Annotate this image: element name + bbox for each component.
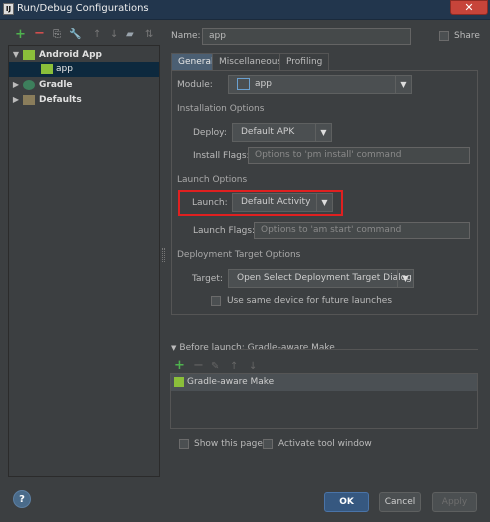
wrench-icon — [23, 94, 35, 105]
show-page-checkbox[interactable] — [179, 439, 189, 449]
share-checkbox[interactable] — [439, 31, 449, 41]
gradle-icon — [23, 79, 35, 90]
name-input[interactable]: app — [202, 28, 411, 45]
tree-item-label: Gradle — [39, 80, 73, 90]
deployment-target-heading: Deployment Target Options — [177, 250, 301, 260]
launch-flags-input[interactable]: Options to 'am start' command — [254, 222, 470, 239]
add-task-icon[interactable]: + — [174, 359, 185, 372]
module-label: Module: — [177, 80, 213, 90]
installation-options-heading: Installation Options — [177, 104, 265, 114]
move-up-icon[interactable]: ↑ — [93, 29, 101, 41]
collapse-arrow-icon[interactable]: ▼ — [171, 344, 176, 352]
share-label: Share — [454, 31, 480, 41]
deploy-label: Deploy: — [193, 128, 227, 138]
deploy-value: Default APK — [241, 127, 295, 137]
activate-window-checkbox[interactable] — [263, 439, 273, 449]
tree-item-label: Defaults — [39, 95, 82, 105]
android-run-icon — [41, 63, 53, 74]
tree-item-defaults[interactable]: ▶ Defaults — [9, 92, 159, 107]
android-icon — [23, 49, 35, 60]
chevron-down-icon: ▼ — [397, 270, 413, 287]
separator — [236, 349, 478, 350]
tree-item-app[interactable]: app — [9, 62, 159, 77]
tab-profiling[interactable]: Profiling — [279, 53, 330, 70]
android-icon — [174, 377, 184, 387]
launch-label: Launch: — [192, 198, 228, 208]
launch-select[interactable]: Default Activity ▼ — [232, 193, 333, 212]
expand-arrow-icon[interactable]: ▶ — [9, 92, 23, 107]
remove-icon[interactable]: − — [34, 27, 45, 40]
module-select[interactable]: app ▼ — [228, 75, 412, 94]
before-launch-item-label: Gradle-aware Make — [187, 377, 275, 387]
apply-button[interactable]: Apply — [432, 492, 477, 512]
app-icon: IJ — [3, 3, 14, 15]
launch-flags-label: Launch Flags: — [193, 226, 256, 236]
chevron-down-icon: ▼ — [316, 194, 332, 211]
launch-options-heading: Launch Options — [177, 175, 248, 185]
folder-icon[interactable]: ▰ — [126, 29, 134, 41]
list-item[interactable]: Gradle-aware Make — [171, 374, 477, 391]
tree-item-label: app — [56, 64, 73, 74]
copy-icon[interactable]: ⎘ — [53, 29, 61, 41]
before-launch-title: Before launch: Gradle-aware Make — [179, 343, 335, 353]
sort-icon[interactable]: ⇅ — [145, 29, 153, 41]
same-device-label: Use same device for future launches — [227, 296, 393, 306]
target-value: Open Select Deployment Target Dialog — [237, 273, 412, 283]
launch-value: Default Activity — [241, 197, 311, 207]
same-device-checkbox[interactable] — [211, 296, 221, 306]
tab-miscellaneous[interactable]: Miscellaneous — [212, 53, 290, 70]
show-page-label: Show this page — [194, 439, 263, 449]
chevron-down-icon: ▼ — [315, 124, 331, 141]
splitter-handle[interactable] — [162, 248, 165, 262]
help-button[interactable]: ? — [13, 490, 31, 508]
move-down-icon[interactable]: ↓ — [249, 361, 257, 373]
remove-task-icon[interactable]: − — [193, 359, 204, 372]
close-button[interactable]: ✕ — [450, 0, 488, 15]
module-value: app — [255, 79, 272, 89]
ok-button[interactable]: OK — [324, 492, 369, 512]
install-flags-label: Install Flags: — [193, 151, 250, 161]
configuration-tree — [8, 45, 160, 477]
tree-item-gradle[interactable]: ▶ Gradle — [9, 77, 159, 92]
tree-item-label: Android App — [39, 50, 102, 60]
add-icon[interactable]: + — [15, 28, 26, 41]
edit-task-icon[interactable]: ✎ — [211, 361, 219, 373]
move-up-icon[interactable]: ↑ — [230, 361, 238, 373]
target-select[interactable]: Open Select Deployment Target Dialog ▼ — [228, 269, 414, 288]
window-title: Run/Debug Configurations — [17, 3, 149, 14]
target-label: Target: — [192, 274, 223, 284]
activate-window-label: Activate tool window — [278, 439, 372, 449]
move-down-icon[interactable]: ↓ — [110, 29, 118, 41]
name-label: Name: — [171, 31, 201, 41]
expand-arrow-icon[interactable]: ▶ — [9, 77, 23, 92]
install-flags-input[interactable]: Options to 'pm install' command — [248, 147, 470, 164]
cancel-button[interactable]: Cancel — [379, 492, 421, 512]
tree-item-android-app[interactable]: ▼ Android App — [9, 47, 159, 62]
deploy-select[interactable]: Default APK ▼ — [232, 123, 332, 142]
expand-arrow-icon[interactable]: ▼ — [9, 47, 23, 62]
wrench-icon[interactable]: 🔧 — [69, 29, 81, 41]
module-icon — [237, 77, 250, 90]
before-launch-header[interactable]: ▼ Before launch: Gradle-aware Make — [171, 343, 335, 353]
chevron-down-icon: ▼ — [395, 76, 411, 93]
